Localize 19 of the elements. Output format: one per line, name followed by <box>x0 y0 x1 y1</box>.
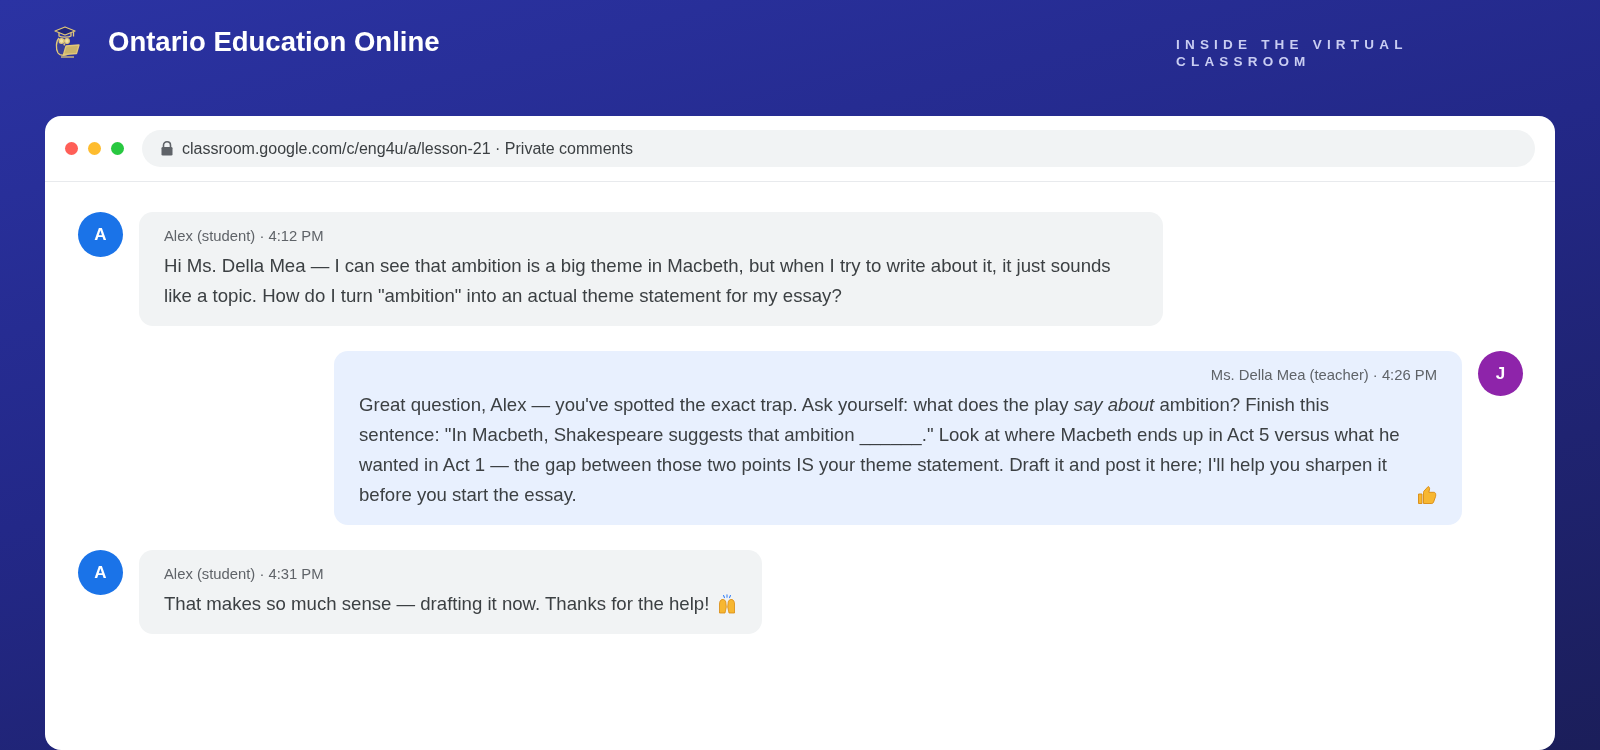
thumbs-up-icon <box>1417 485 1437 505</box>
header-tagline: INSIDE THE VIRTUAL CLASSROOM <box>1176 36 1409 70</box>
raised-hands-icon <box>717 594 738 614</box>
owl-graduate-icon <box>52 25 82 59</box>
message-meta: Ms. Della Mea (teacher) · 4:26 PM <box>1209 366 1437 385</box>
message-text: That makes so much sense — drafting it now. Thanks for the help! <box>164 592 710 616</box>
message-meta: Alex (student) · 4:31 PM <box>164 565 325 584</box>
message-meta: Alex (student) · 4:12 PM <box>164 227 325 246</box>
zoom-dot-icon[interactable] <box>111 142 124 155</box>
address-bar[interactable]: classroom.google.com/c/eng4u/a/lesson-21 · Private comments <box>142 130 1535 167</box>
site-title: Ontario Education Online <box>108 25 440 59</box>
message-text: Hi Ms. Della Mea — I can see that ambition is a big theme in Macbeth, but when I try to write about it, it just sounds like a topic. How do I turn "ambition" into an actual theme statement for my essay? <box>164 254 1112 308</box>
avatar: J <box>1478 351 1523 396</box>
close-dot-icon[interactable] <box>65 142 78 155</box>
lock-icon <box>161 141 173 156</box>
message-text: Great question, Alex — you've spotted the exact trap. Ask yourself: what does the play say about ambition? Finish this sentence: "In Macbeth, Shakespeare suggests that ambition ______." Look at where Macbeth ends up in Act 5 versus what he wanted in Act 1 — the gap between those two points IS your theme statement. Draft it and post it here; I'll help you sharpen it before you start the essay. <box>359 393 1401 507</box>
minimize-dot-icon[interactable] <box>88 142 101 155</box>
avatar: A <box>78 212 123 257</box>
avatar: A <box>78 550 123 595</box>
